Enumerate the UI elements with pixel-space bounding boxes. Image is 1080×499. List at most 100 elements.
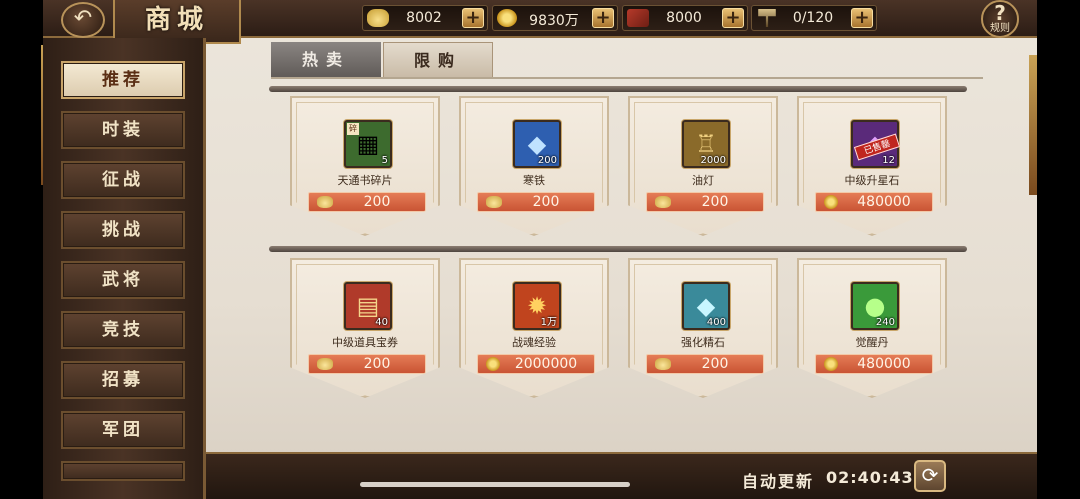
rules-button[interactable]: ? 规则 [981,0,1019,38]
left-screen-edge [0,0,43,499]
add-gold-ingot-button[interactable]: + [462,8,484,28]
sidebar-item-recruit[interactable]: 招募 [61,361,185,399]
item-icon: ◆ 400 [682,282,730,330]
sidebar-item-generals[interactable]: 武将 [61,261,185,299]
item-quantity: 40 [375,317,388,328]
item-icon: ◆ 已售罄 12 [851,120,901,168]
gold-ingot-icon [317,358,333,370]
refresh-timer: 02:40:43 [826,468,914,487]
item-icon: ▦ 碎 5 [344,120,392,168]
home-indicator[interactable] [360,482,630,487]
item-name: 强化精石 [681,336,725,349]
sidebar-item-fashion[interactable]: 时装 [61,111,185,149]
refresh-button[interactable]: ⟳ [914,460,946,492]
item-price: 480000 [857,194,911,210]
add-ticket-button[interactable]: + [722,8,744,28]
ticket-icon [627,9,649,27]
item-quantity: 200 [537,155,557,166]
right-screen-edge [1037,0,1080,499]
sidebar-item-more[interactable] [61,461,185,481]
item-quantity: 12 [882,155,895,166]
sidebar-item-legion[interactable]: 军团 [61,411,185,449]
auto-refresh-label: 自动更新 [742,472,815,491]
add-coin-button[interactable]: + [592,8,614,28]
banner-value: 0/120 [792,10,834,26]
item-name: 天通书碎片 [337,174,393,187]
bottom-bar: 自动更新 02:40:43 ⟳ [206,452,1037,499]
banner-resource: 0/120 + [751,5,877,31]
item-name: 觉醒丹 [855,336,889,349]
item-price: 2000000 [514,356,578,372]
rules-label: 规则 [990,23,1010,34]
copper-coin-icon [824,357,838,371]
category-sidebar: 推荐 时装 征战 挑战 武将 竞技 招募 军团 [43,38,206,499]
ticket-value: 8000 [666,10,702,26]
back-button[interactable]: ↶ [61,2,105,38]
gold-ingot-icon [486,196,502,208]
gold-ingot-icon [367,9,389,27]
shop-item-card[interactable]: ● 240 觉醒丹 480000 [797,258,947,398]
item-price: 200 [363,194,391,210]
shop-screen: ↶ 商城 8002 + 9830万 + 8000 + 0/120 + ? 规则 … [43,0,1037,499]
ticket-resource: 8000 + [622,5,748,31]
gold-ingot-icon [655,196,671,208]
item-name: 寒铁 [523,174,545,187]
buy-button[interactable]: 200 [308,354,426,374]
buy-button[interactable]: 2000000 [477,354,595,374]
item-name: 中级道具宝券 [332,336,398,349]
shop-item-card[interactable]: ✹ 1万 战魂经验 2000000 [459,258,609,398]
sidebar-item-challenge[interactable]: 挑战 [61,211,185,249]
item-quantity: 400 [706,317,726,328]
add-banner-button[interactable]: + [851,8,873,28]
shelf-rod-bottom [269,246,967,252]
tab-limited[interactable]: 限购 [383,42,493,78]
item-price: 200 [701,356,729,372]
tab-hot-sale[interactable]: 热卖 [271,42,381,78]
item-name: 中级升星石 [844,174,900,187]
shelf-rod-top [269,86,967,92]
refresh-icon: ⟳ [921,463,939,487]
back-arrow-icon: ↶ [73,6,93,31]
item-icon: ▤ 40 [344,282,392,330]
shop-item-card[interactable]: ◆ 已售罄 12 中级升星石 480000 [797,96,947,236]
coin-resource: 9830万 + [492,5,618,31]
shop-item-card[interactable]: ◆ 400 强化精石 200 [628,258,778,398]
coin-value: 9830万 [529,13,579,29]
banner-flag-icon [758,9,776,27]
item-icon: ✹ 1万 [513,282,561,330]
shop-item-card[interactable]: ▦ 碎 5 天通书碎片 200 [290,96,440,236]
buy-button[interactable]: 200 [646,192,764,212]
item-quantity: 5 [381,155,388,166]
item-icon: ◆ 200 [513,120,561,168]
buy-button[interactable]: 480000 [815,354,933,374]
buy-button[interactable]: 480000 [815,192,933,212]
buy-button[interactable]: 200 [646,354,764,374]
top-bar: ↶ 商城 8002 + 9830万 + 8000 + 0/120 + ? 规则 [43,0,1037,44]
shop-item-card[interactable]: ♖ 2000 油灯 200 [628,96,778,236]
item-name: 油灯 [692,174,714,187]
buy-button[interactable]: 200 [477,192,595,212]
item-name: 战魂经验 [512,336,556,349]
gold-ingot-icon [655,358,671,370]
gold-ingot-icon [317,196,333,208]
copper-coin-icon [824,195,838,209]
item-price: 480000 [857,356,911,372]
buy-button[interactable]: 200 [308,192,426,212]
gold-ingot-resource: 8002 + [362,5,488,31]
shop-item-card[interactable]: ◆ 200 寒铁 200 [459,96,609,236]
sidebar-item-recommended[interactable]: 推荐 [61,61,185,99]
question-mark-icon: ? [994,1,1006,25]
item-quantity: 2000 [700,155,726,166]
copper-coin-icon [486,357,500,371]
tab-divider [271,77,983,79]
item-quantity: 1万 [540,317,557,328]
item-icon: ♖ 2000 [682,120,730,168]
sidebar-item-campaign[interactable]: 征战 [61,161,185,199]
copper-coin-icon [497,9,517,27]
sidebar-item-arena[interactable]: 竞技 [61,311,185,349]
item-icon: ● 240 [851,282,899,330]
item-price: 200 [532,194,560,210]
shop-item-card[interactable]: ▤ 40 中级道具宝券 200 [290,258,440,398]
item-price: 200 [701,194,729,210]
decorative-tassel-right [1029,55,1037,195]
